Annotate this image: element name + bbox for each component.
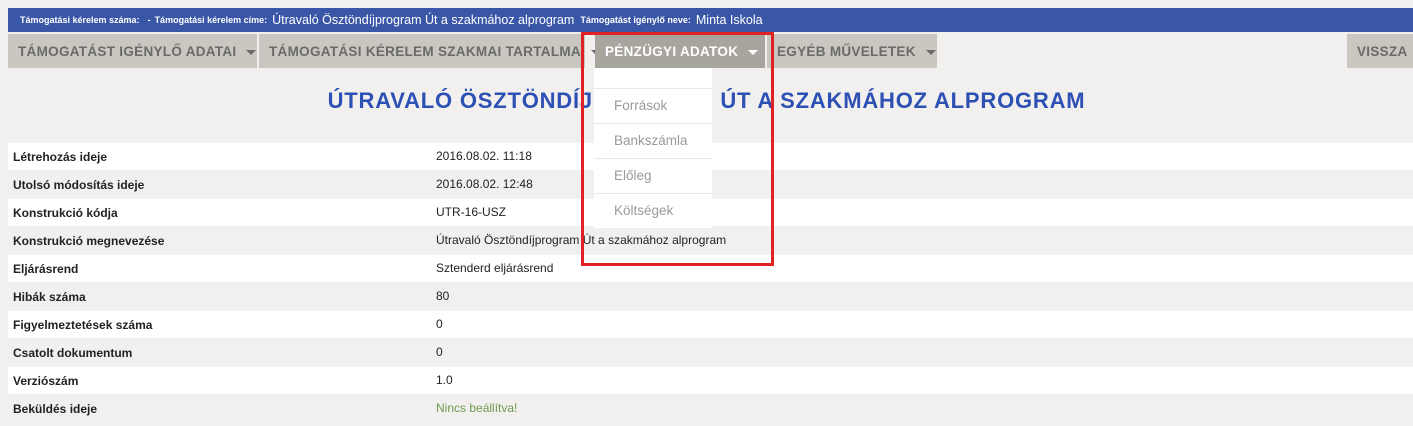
menu-applicant-data-label: TÁMOGATÁST IGÉNYLŐ ADATAI: [18, 43, 237, 59]
table-row: Figyelmeztetések száma 0: [8, 311, 1413, 338]
row-value: 80: [436, 289, 450, 303]
row-value: 2016.08.02. 12:48: [436, 177, 533, 191]
table-row: Hibák száma 80: [8, 283, 1413, 310]
row-value: Sztenderd eljárásrend: [436, 261, 554, 275]
menu-applicant-data[interactable]: TÁMOGATÁST IGÉNYLŐ ADATAI: [8, 34, 257, 68]
applicant-value: Minta Iskola: [695, 13, 763, 27]
row-value: 2016.08.02. 11:18: [436, 149, 532, 163]
app-number-label: Támogatási kérelem száma:: [20, 15, 140, 25]
table-row: Beküldés ideje Nincs beállítva!: [8, 395, 1413, 422]
row-key: Konstrukció megnevezése: [13, 234, 165, 248]
row-value: 0: [436, 345, 443, 359]
row-value-not-set: Nincs beállítva!: [436, 401, 518, 415]
row-value: UTR-16-USZ: [436, 205, 507, 219]
row-key: Figyelmeztetések száma: [13, 318, 153, 332]
menu-other-operations[interactable]: EGYÉB MŰVELETEK: [767, 34, 937, 68]
row-key: Eljárásrend: [13, 262, 79, 276]
highlight-annotation-box: [581, 32, 774, 266]
row-value: 0: [436, 317, 443, 331]
back-button-label: VISSZA: [1357, 43, 1408, 59]
row-key: Konstrukció kódja: [13, 206, 118, 220]
chevron-down-icon: [925, 49, 936, 55]
row-key: Hibák száma: [13, 290, 86, 304]
app-number-value: -: [147, 15, 151, 25]
row-key: Létrehozás ideje: [13, 150, 108, 164]
menu-professional-content-label: TÁMOGATÁSI KÉRELEM SZAKMAI TARTALMA: [269, 43, 581, 59]
row-key: Verziószám: [13, 374, 79, 388]
row-key: Utolsó módosítás ideje: [13, 178, 145, 192]
table-row: Verziószám 1.0: [8, 367, 1413, 394]
row-key: Beküldés ideje: [13, 402, 98, 416]
menu-professional-content[interactable]: TÁMOGATÁSI KÉRELEM SZAKMAI TARTALMA: [259, 34, 601, 68]
row-value: 1.0: [436, 373, 453, 387]
table-row: Csatolt dokumentum 0: [8, 339, 1413, 366]
chevron-down-icon: [246, 49, 257, 55]
back-button[interactable]: VISSZA: [1347, 34, 1413, 68]
menu-other-operations-label: EGYÉB MŰVELETEK: [777, 43, 916, 59]
app-title-value: Útravaló Ösztöndíjprogram Út a szakmához…: [272, 13, 575, 27]
applicant-label: Támogatást igénylő neve:: [580, 15, 691, 25]
row-key: Csatolt dokumentum: [13, 346, 133, 360]
application-info-bar: Támogatási kérelem száma: - Támogatási k…: [8, 8, 1413, 32]
app-title-label: Támogatási kérelem címe:: [154, 15, 268, 25]
